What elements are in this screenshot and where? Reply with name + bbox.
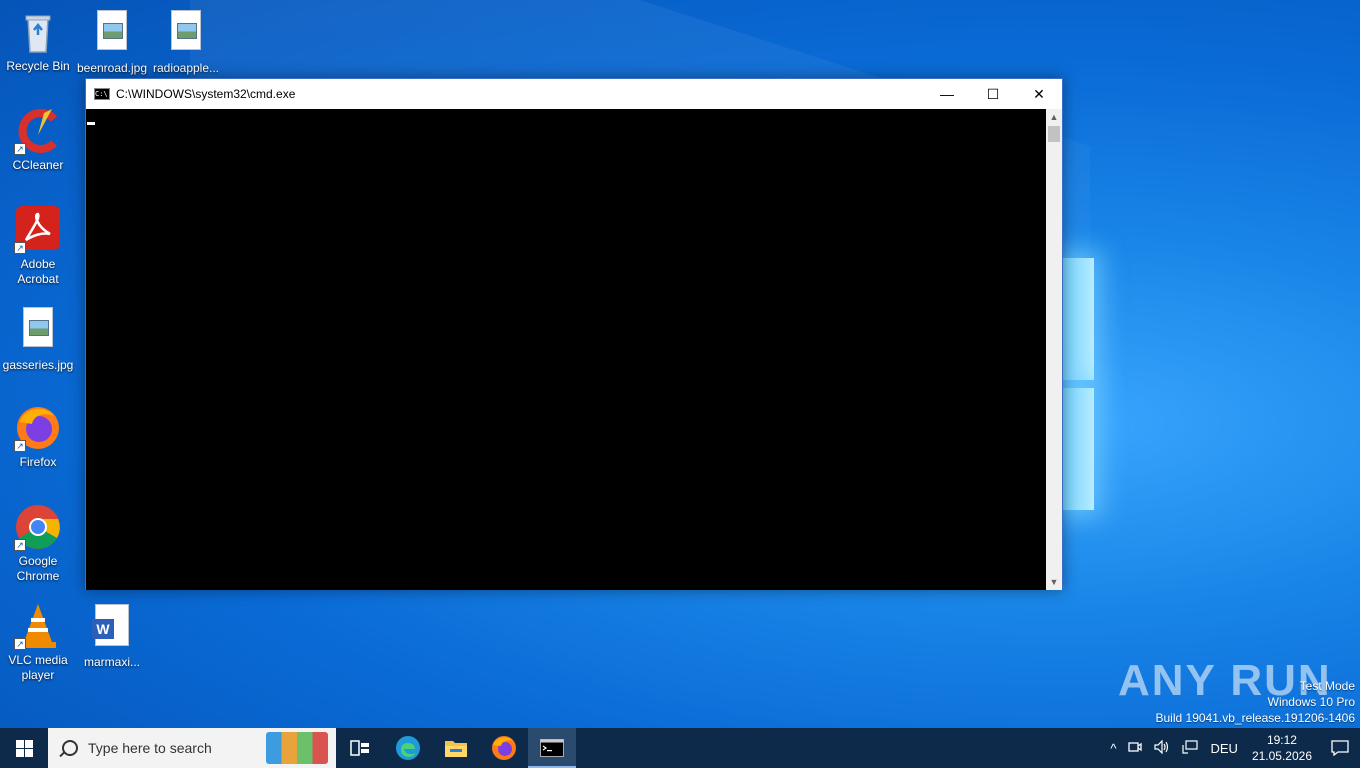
desktop-icon-firefox[interactable]: ↗ Firefox bbox=[0, 404, 76, 470]
notification-icon bbox=[1331, 740, 1349, 756]
desktop-icon-label: gasseries.jpg bbox=[2, 358, 74, 372]
taskbar-cmd[interactable] bbox=[528, 728, 576, 768]
scroll-down-arrow-icon[interactable]: ▼ bbox=[1046, 574, 1062, 590]
task-view-icon bbox=[350, 740, 369, 756]
desktop-icon-vlc[interactable]: ↗ VLC media player bbox=[0, 602, 76, 683]
scroll-up-arrow-icon[interactable]: ▲ bbox=[1046, 109, 1062, 125]
notification-center-button[interactable] bbox=[1320, 740, 1360, 756]
search-placeholder: Type here to search bbox=[88, 740, 212, 756]
volume-icon[interactable] bbox=[1148, 739, 1176, 757]
desktop-icon-adobe-acrobat[interactable]: ↗ Adobe Acrobat bbox=[0, 206, 76, 287]
taskbar-edge[interactable] bbox=[384, 728, 432, 768]
watermark-line: Test Mode bbox=[1299, 679, 1355, 693]
firefox-icon: ↗ bbox=[14, 404, 62, 452]
taskbar-clock[interactable]: 19:12 21.05.2026 bbox=[1244, 732, 1320, 764]
desktop-icon-recycle-bin[interactable]: Recycle Bin bbox=[0, 8, 76, 74]
close-button[interactable]: ✕ bbox=[1016, 79, 1062, 109]
show-hidden-icons-chevron-icon[interactable]: ^ bbox=[1104, 741, 1122, 756]
windows-start-icon bbox=[15, 739, 33, 757]
search-icon bbox=[62, 740, 78, 756]
word-document-icon: W bbox=[88, 604, 136, 652]
search-highlight-image bbox=[266, 732, 328, 764]
taskbar-file-explorer[interactable] bbox=[432, 728, 480, 768]
desktop-icon-beenroad[interactable]: beenroad.jpg bbox=[74, 8, 150, 76]
desktop-icon-ccleaner[interactable]: ↗ CCleaner bbox=[0, 107, 76, 173]
folder-icon bbox=[445, 741, 467, 757]
taskbar-search-box[interactable]: Type here to search bbox=[48, 728, 336, 768]
desktop-icon-label: Google Chrome bbox=[16, 554, 60, 583]
image-file-icon bbox=[88, 10, 136, 58]
taskbar-firefox[interactable] bbox=[480, 728, 528, 768]
network-icon[interactable] bbox=[1176, 739, 1204, 757]
cmd-icon bbox=[540, 739, 564, 757]
chrome-icon: ↗ bbox=[14, 503, 62, 551]
vlc-cone-icon: ↗ bbox=[14, 602, 62, 650]
desktop-icon-label: Firefox bbox=[19, 455, 57, 469]
adobe-acrobat-icon: ↗ bbox=[14, 206, 62, 254]
desktop-icon-label: VLC media player bbox=[8, 653, 68, 682]
recycle-bin-icon bbox=[14, 8, 62, 56]
cmd-icon: C:\ bbox=[94, 88, 110, 100]
minimize-button[interactable]: — bbox=[924, 79, 970, 109]
taskbar: Type here to search ^ DEU 19:12 21.05.20… bbox=[0, 728, 1360, 768]
desktop-icon-label: CCleaner bbox=[12, 158, 64, 172]
firefox-icon bbox=[492, 736, 516, 760]
meet-now-icon[interactable] bbox=[1122, 740, 1148, 757]
ccleaner-icon: ↗ bbox=[14, 107, 62, 155]
clock-date: 21.05.2026 bbox=[1251, 749, 1312, 763]
desktop-icon-marmaxi[interactable]: W marmaxi... bbox=[74, 602, 150, 670]
windows-test-mode-watermark: Test Mode Windows 10 Pro Build 19041.vb_… bbox=[1156, 678, 1356, 726]
watermark-line: Build 19041.vb_release.191206-1406 bbox=[1155, 711, 1356, 725]
desktop-icon-radioapple[interactable]: radioapple... bbox=[148, 8, 224, 76]
scrollbar-thumb[interactable] bbox=[1048, 126, 1060, 142]
console-area[interactable] bbox=[86, 109, 1047, 590]
clock-time: 19:12 bbox=[1266, 733, 1297, 747]
cmd-titlebar[interactable]: C:\ C:\WINDOWS\system32\cmd.exe — ☐ ✕ bbox=[86, 79, 1062, 109]
system-tray: ^ DEU 19:12 21.05.2026 bbox=[1104, 728, 1360, 768]
desktop-icon-google-chrome[interactable]: ↗ Google Chrome bbox=[0, 503, 76, 584]
start-button[interactable] bbox=[0, 728, 48, 768]
window-title: C:\WINDOWS\system32\cmd.exe bbox=[116, 87, 296, 101]
desktop-icon-label: marmaxi... bbox=[83, 655, 140, 669]
wallpaper-windows-logo bbox=[1062, 258, 1098, 513]
desktop-icon-label: radioapple... bbox=[152, 61, 220, 75]
text-cursor bbox=[87, 122, 95, 125]
image-file-icon bbox=[14, 307, 62, 355]
maximize-button[interactable]: ☐ bbox=[970, 79, 1016, 109]
desktop-icon-gasseries[interactable]: gasseries.jpg bbox=[0, 305, 76, 373]
desktop-icon-label: beenroad.jpg bbox=[76, 61, 148, 75]
task-view-button[interactable] bbox=[336, 728, 384, 768]
desktop-icon-label: Recycle Bin bbox=[6, 59, 70, 73]
image-file-icon bbox=[162, 10, 210, 58]
input-language[interactable]: DEU bbox=[1204, 741, 1243, 756]
desktop-icon-label: Adobe Acrobat bbox=[17, 257, 59, 286]
vertical-scrollbar[interactable]: ▲ ▼ bbox=[1046, 109, 1062, 590]
watermark-line: Windows 10 Pro bbox=[1267, 695, 1355, 709]
cmd-window[interactable]: C:\ C:\WINDOWS\system32\cmd.exe — ☐ ✕ ▲ … bbox=[85, 78, 1063, 590]
edge-icon bbox=[396, 736, 420, 760]
